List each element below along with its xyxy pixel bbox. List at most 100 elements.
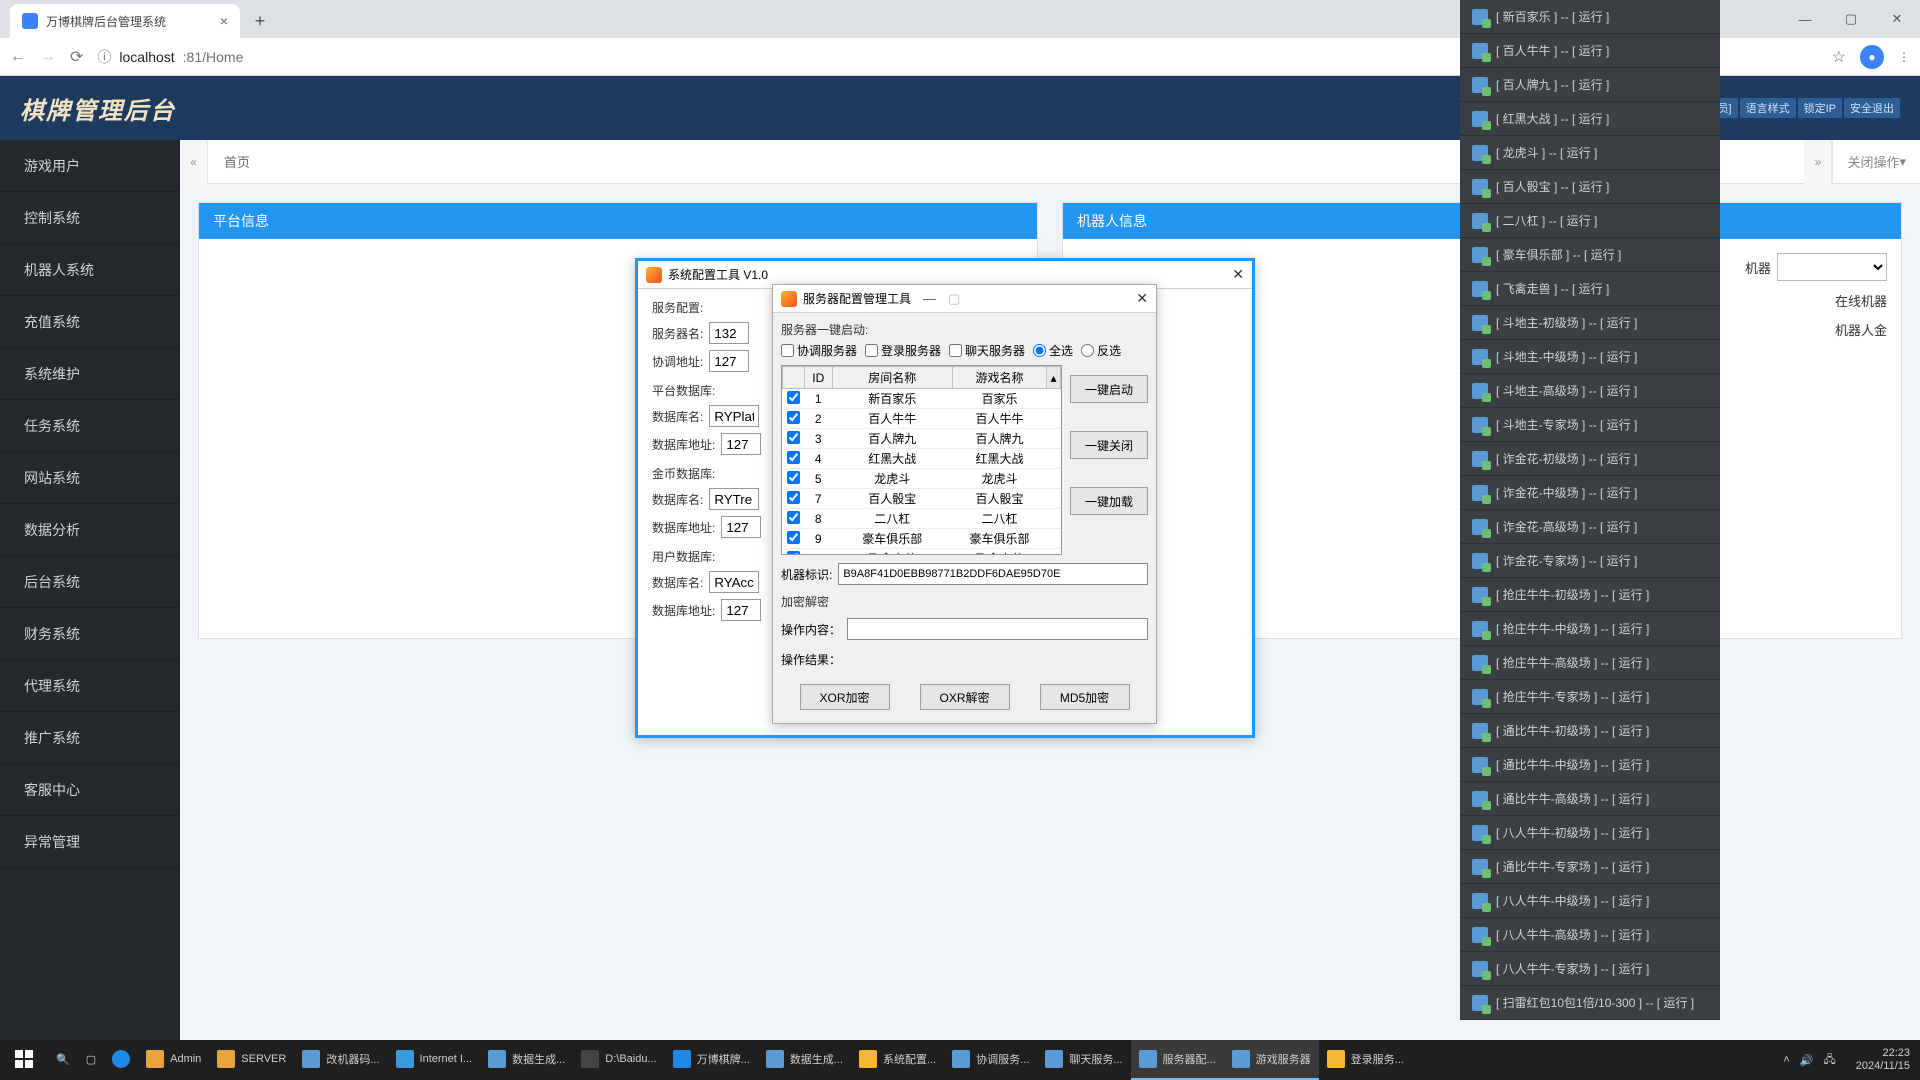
game-status-item[interactable]: [ 斗地主-高级场 ] -- [ 运行 ]	[1460, 374, 1720, 408]
sidebar-item[interactable]: 数据分析	[0, 504, 180, 556]
op-content-input[interactable]	[847, 618, 1148, 640]
dialog-close-icon[interactable]: ✕	[1232, 266, 1244, 283]
game-status-item[interactable]: [ 通比牛牛-高级场 ] -- [ 运行 ]	[1460, 782, 1720, 816]
one-key-close-button[interactable]: 一键关闭	[1070, 431, 1148, 459]
game-status-item[interactable]: [ 二八杠 ] -- [ 运行 ]	[1460, 204, 1720, 238]
game-status-item[interactable]: [ 新百家乐 ] -- [ 运行 ]	[1460, 0, 1720, 34]
game-status-item[interactable]: [ 诈金花-高级场 ] -- [ 运行 ]	[1460, 510, 1720, 544]
table-row[interactable]: 1新百家乐百家乐	[783, 389, 1061, 409]
user-db-name-input[interactable]	[709, 571, 759, 593]
coord-server-checkbox[interactable]: 协调服务器	[781, 342, 857, 359]
reload-button[interactable]: ⟳	[70, 47, 83, 67]
game-status-item[interactable]: [ 八人牛牛-专家场 ] -- [ 运行 ]	[1460, 952, 1720, 986]
xor-encrypt-button[interactable]: XOR加密	[800, 684, 890, 710]
op-result-input[interactable]	[847, 648, 1148, 670]
sidebar-item[interactable]: 机器人系统	[0, 244, 180, 296]
game-status-item[interactable]: [ 八人牛牛-中级场 ] -- [ 运行 ]	[1460, 884, 1720, 918]
dialog-close-icon[interactable]: ✕	[1136, 290, 1148, 307]
sidebar-item[interactable]: 游戏用户	[0, 140, 180, 192]
taskbar-app[interactable]: 数据生成...	[480, 1040, 573, 1080]
sidebar-item[interactable]: 财务系统	[0, 608, 180, 660]
game-status-item[interactable]: [ 龙虎斗 ] -- [ 运行 ]	[1460, 136, 1720, 170]
taskbar-app[interactable]: Admin	[138, 1040, 209, 1080]
start-button[interactable]	[0, 1040, 48, 1080]
taskbar-app[interactable]: 游戏服务器	[1224, 1040, 1319, 1080]
taskbar-app[interactable]: SERVER	[209, 1040, 294, 1080]
tabs-scroll-left[interactable]: «	[180, 140, 208, 184]
room-checkbox[interactable]	[787, 471, 800, 484]
sidebar-item[interactable]: 网站系统	[0, 452, 180, 504]
oxr-decrypt-button[interactable]: OXR解密	[920, 684, 1010, 710]
banner-link[interactable]: 安全退出	[1844, 98, 1900, 118]
table-row[interactable]: 9豪车俱乐部豪车俱乐部	[783, 529, 1061, 549]
chat-server-checkbox[interactable]: 聊天服务器	[949, 342, 1025, 359]
rooms-table[interactable]: ID 房间名称 游戏名称 ▴ 1新百家乐百家乐2百人牛牛百人牛牛3百人牌九百人牌…	[781, 365, 1062, 555]
taskbar-app[interactable]: Internet I...	[388, 1040, 481, 1080]
game-status-item[interactable]: [ 飞禽走兽 ] -- [ 运行 ]	[1460, 272, 1720, 306]
browser-menu-icon[interactable]: ⋮	[1898, 50, 1910, 64]
table-row[interactable]: 5龙虎斗龙虎斗	[783, 469, 1061, 489]
sidebar-item[interactable]: 推广系统	[0, 712, 180, 764]
game-status-item[interactable]: [ 八人牛牛-初级场 ] -- [ 运行 ]	[1460, 816, 1720, 850]
gold-db-name-input[interactable]	[709, 488, 759, 510]
game-status-item[interactable]: [ 抢庄牛牛-高级场 ] -- [ 运行 ]	[1460, 646, 1720, 680]
room-checkbox[interactable]	[787, 551, 800, 556]
game-status-item[interactable]: [ 斗地主-中级场 ] -- [ 运行 ]	[1460, 340, 1720, 374]
user-db-addr-input[interactable]	[721, 599, 761, 621]
taskbar-app[interactable]: 系统配置...	[851, 1040, 944, 1080]
game-status-item[interactable]: [ 通比牛牛-初级场 ] -- [ 运行 ]	[1460, 714, 1720, 748]
sidebar-item[interactable]: 控制系统	[0, 192, 180, 244]
table-row[interactable]: 4红黑大战红黑大战	[783, 449, 1061, 469]
game-status-item[interactable]: [ 斗地主-初级场 ] -- [ 运行 ]	[1460, 306, 1720, 340]
select-all-radio[interactable]: 全选	[1033, 342, 1073, 359]
table-row[interactable]: 10飞禽走兽飞禽走兽	[783, 549, 1061, 556]
game-status-item[interactable]: [ 通比牛牛-中级场 ] -- [ 运行 ]	[1460, 748, 1720, 782]
sidebar-item[interactable]: 代理系统	[0, 660, 180, 712]
tray-chevron-icon[interactable]: ˄	[1783, 1054, 1789, 1066]
room-checkbox[interactable]	[787, 491, 800, 504]
gold-db-addr-input[interactable]	[721, 516, 761, 538]
network-icon[interactable]: 🖧	[1823, 1051, 1835, 1070]
robot-select-1[interactable]	[1777, 253, 1887, 281]
forward-button[interactable]: →	[40, 48, 56, 66]
room-checkbox[interactable]	[787, 411, 800, 424]
game-status-item[interactable]: [ 诈金花-专家场 ] -- [ 运行 ]	[1460, 544, 1720, 578]
close-operations-menu[interactable]: 关闭操作 ▾	[1832, 140, 1920, 184]
sidebar-item[interactable]: 异常管理	[0, 816, 180, 868]
site-info-icon[interactable]: ⓘ	[97, 47, 111, 67]
machine-id-input[interactable]	[838, 563, 1148, 585]
invert-radio[interactable]: 反选	[1081, 342, 1121, 359]
sidebar-item[interactable]: 任务系统	[0, 400, 180, 452]
game-status-item[interactable]: [ 诈金花-初级场 ] -- [ 运行 ]	[1460, 442, 1720, 476]
game-status-item[interactable]: [ 扫雷红包10包1倍/10-300 ] -- [ 运行 ]	[1460, 986, 1720, 1020]
tab-close-icon[interactable]: ×	[220, 13, 228, 29]
game-status-item[interactable]: [ 通比牛牛-专家场 ] -- [ 运行 ]	[1460, 850, 1720, 884]
tabs-scroll-right[interactable]: »	[1804, 140, 1832, 184]
sidebar-item[interactable]: 后台系统	[0, 556, 180, 608]
dialog-minimize-icon[interactable]: —	[923, 291, 936, 306]
search-button[interactable]: 🔍	[48, 1040, 78, 1080]
game-status-item[interactable]: [ 百人牛牛 ] -- [ 运行 ]	[1460, 34, 1720, 68]
minimize-button[interactable]: —	[1782, 0, 1828, 38]
system-tray[interactable]: ˄ 🔊 🖧	[1773, 1051, 1845, 1070]
game-status-item[interactable]: [ 抢庄牛牛-中级场 ] -- [ 运行 ]	[1460, 612, 1720, 646]
back-button[interactable]: ←	[10, 48, 26, 66]
taskbar-app[interactable]: 服务器配...	[1131, 1040, 1224, 1080]
banner-link[interactable]: 锁定IP	[1798, 98, 1842, 118]
game-status-item[interactable]: [ 百人骰宝 ] -- [ 运行 ]	[1460, 170, 1720, 204]
new-tab-button[interactable]: +	[246, 7, 274, 35]
md5-encrypt-button[interactable]: MD5加密	[1040, 684, 1130, 710]
task-view-button[interactable]: ▢	[78, 1040, 104, 1080]
taskbar-app[interactable]: D:\Baidu...	[573, 1040, 664, 1080]
sidebar-item[interactable]: 客服中心	[0, 764, 180, 816]
taskbar-app[interactable]: 改机器码...	[294, 1040, 387, 1080]
game-status-item[interactable]: [ 斗地主-专家场 ] -- [ 运行 ]	[1460, 408, 1720, 442]
profile-avatar[interactable]: ●	[1860, 45, 1884, 69]
room-checkbox[interactable]	[787, 451, 800, 464]
banner-link[interactable]: 语言样式	[1740, 98, 1796, 118]
sidebar-item[interactable]: 系统维护	[0, 348, 180, 400]
game-status-item[interactable]: [ 红黑大战 ] -- [ 运行 ]	[1460, 102, 1720, 136]
close-button[interactable]: ✕	[1874, 0, 1920, 38]
game-status-item[interactable]: [ 豪车俱乐部 ] -- [ 运行 ]	[1460, 238, 1720, 272]
login-server-checkbox[interactable]: 登录服务器	[865, 342, 941, 359]
